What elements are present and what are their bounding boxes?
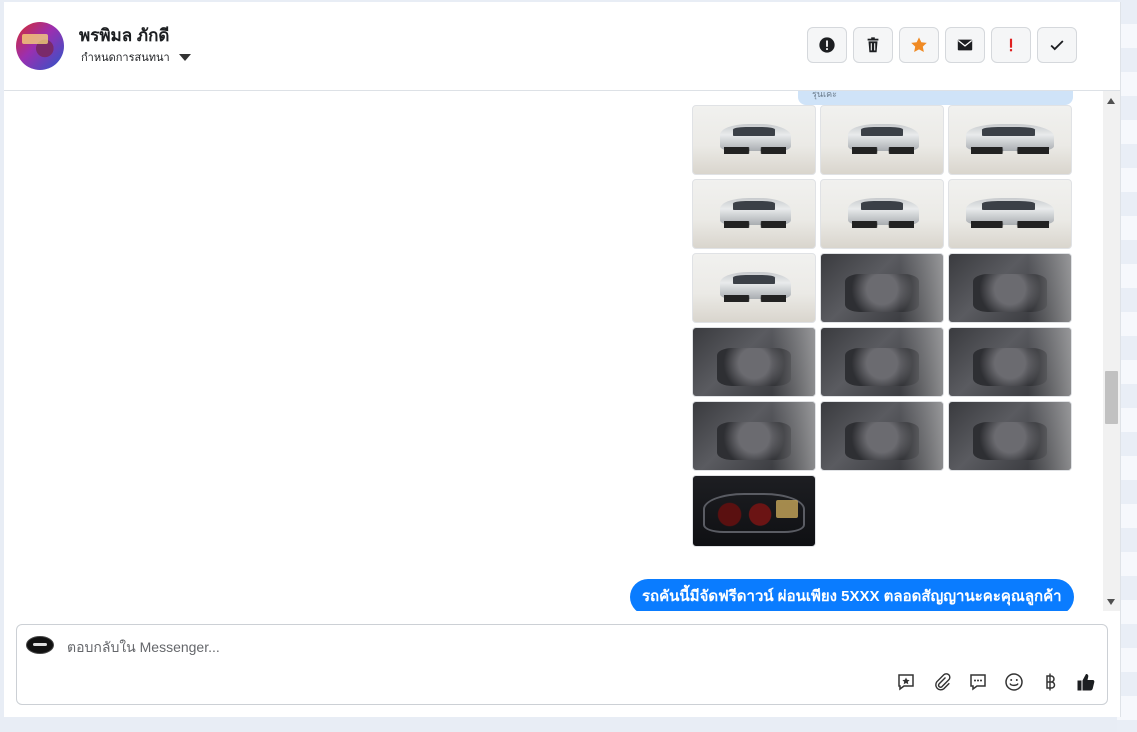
car-exterior-photo[interactable]: [692, 105, 816, 175]
check-icon: [1050, 40, 1064, 51]
car-shape: [966, 123, 1054, 155]
saved-reply-button[interactable]: [895, 671, 917, 693]
window-light: [772, 328, 815, 396]
lcd-display: [775, 499, 798, 518]
previous-message-bubble: รุ่นเคะ: [798, 91, 1073, 105]
car-shape: [719, 123, 791, 155]
contact-avatar[interactable]: [16, 22, 64, 70]
car-exterior-photo[interactable]: [692, 179, 816, 249]
scroll-thumb[interactable]: [1105, 371, 1118, 424]
car-interior-photo[interactable]: [820, 253, 944, 323]
thumbs-up-icon: [1077, 674, 1095, 691]
reply-input[interactable]: [65, 635, 889, 659]
assign-label: กำหนดการสนทนา: [81, 52, 170, 64]
important-button[interactable]: [991, 27, 1031, 63]
car-shape: [847, 197, 919, 229]
chat-bubble-icon: [970, 674, 986, 691]
window-light: [772, 402, 815, 470]
alert-circle-button[interactable]: [807, 27, 847, 63]
header-actions: [807, 27, 1077, 63]
window-light: [1028, 328, 1071, 396]
car-interior-photo[interactable]: [692, 401, 816, 471]
car-interior-photo[interactable]: [948, 253, 1072, 323]
composer-tools: [895, 671, 1097, 693]
conversation-header: พรพิมล ภักดี กำหนดการสนทนา: [4, 2, 1120, 91]
window-light: [1028, 402, 1071, 470]
message-thread[interactable]: รุ่นเคะ รถคันนี้มีจัดฟรีดาวน์ ผ่อนเพียง …: [4, 91, 1120, 611]
car-exterior-photo[interactable]: [948, 179, 1072, 249]
contact-name[interactable]: พรพิมล ภักดี: [79, 22, 169, 49]
car-interior-photo[interactable]: [820, 401, 944, 471]
scroll-up-icon[interactable]: [1107, 98, 1115, 104]
chat-bubble-button[interactable]: [967, 671, 989, 693]
photo-grid: [692, 105, 1073, 547]
envelope-icon: [957, 39, 973, 51]
car-shape: [966, 197, 1054, 229]
outgoing-message-bubble: รถคันนี้มีจัดฟรีดาวน์ ผ่อนเพียง 5XXX ตลอ…: [630, 579, 1074, 611]
exclamation-icon: [1009, 38, 1013, 52]
car-exterior-photo[interactable]: [820, 179, 944, 249]
assign-conversation-dropdown[interactable]: กำหนดการสนทนา: [81, 48, 191, 66]
window-light: [900, 328, 943, 396]
car-interior-photo[interactable]: [948, 401, 1072, 471]
car-shape: [719, 271, 791, 303]
dashboard-photo[interactable]: [692, 475, 816, 547]
attachment-icon: [935, 673, 951, 691]
baht-icon: [1046, 673, 1056, 691]
car-shape: [847, 123, 919, 155]
car-interior-photo[interactable]: [820, 327, 944, 397]
mark-unread-button[interactable]: [945, 27, 985, 63]
saved-reply-icon: [898, 674, 914, 691]
window-light: [900, 254, 943, 322]
car-interior-photo[interactable]: [948, 327, 1072, 397]
window-light: [900, 402, 943, 470]
attachment-button[interactable]: [931, 671, 953, 693]
like-button[interactable]: [1075, 671, 1097, 693]
emoji-button[interactable]: [1003, 671, 1025, 693]
car-exterior-photo[interactable]: [948, 105, 1072, 175]
caret-down-icon: [178, 53, 191, 61]
trash-icon: [867, 37, 879, 53]
baht-payment-button[interactable]: [1039, 671, 1061, 693]
done-button[interactable]: [1037, 27, 1077, 63]
car-interior-photo[interactable]: [692, 327, 816, 397]
thread-scrollbar[interactable]: [1103, 91, 1120, 611]
car-shape: [719, 197, 791, 229]
car-exterior-photo[interactable]: [692, 253, 816, 323]
car-exterior-photo[interactable]: [820, 105, 944, 175]
conversation-panel: พรพิมล ภักดี กำหนดการสนทนา รุ่นเคะ รถคัน…: [4, 2, 1121, 717]
delete-button[interactable]: [853, 27, 893, 63]
emoji-icon: [1005, 673, 1023, 691]
reply-composer: [16, 624, 1108, 705]
page-logo-avatar: [26, 636, 54, 654]
star-icon: [911, 37, 927, 53]
scroll-down-icon[interactable]: [1107, 599, 1115, 605]
alert-circle-icon: [819, 37, 835, 53]
star-button[interactable]: [899, 27, 939, 63]
window-light: [1028, 254, 1071, 322]
